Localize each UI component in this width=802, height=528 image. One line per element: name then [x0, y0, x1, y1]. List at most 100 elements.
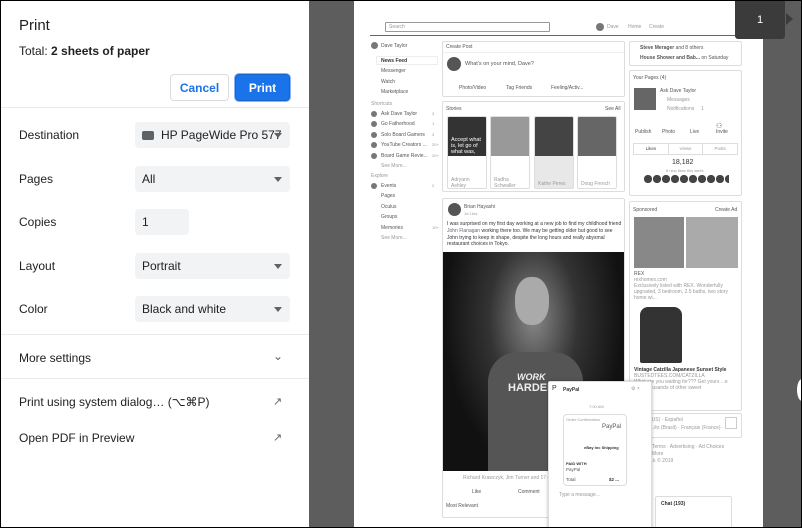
- print-button[interactable]: Print: [235, 74, 290, 101]
- order-bubble: Order Confirmation PayPal eBay Inc Shipp…: [563, 414, 627, 486]
- stories-heading: Stories: [446, 106, 462, 112]
- nav-item: Oculus: [381, 203, 397, 210]
- nav-item: Solo Board Gamers: [381, 131, 425, 138]
- avatar: [371, 111, 377, 117]
- total-label: Total: [566, 477, 576, 482]
- footer-links: · Terms · Advertising · Ad Choices: [649, 444, 725, 450]
- nav-item: Messenger: [381, 68, 406, 74]
- nav-item: Marketplace: [381, 89, 409, 95]
- avatar: [371, 131, 377, 138]
- chat-sidebar: Chat (193): [655, 496, 732, 527]
- dropdown-arrow-icon: [274, 133, 282, 138]
- nav-item: Go Fatherhood: [381, 121, 415, 128]
- header-divider: [370, 35, 742, 36]
- friend-link: John Flanagan: [447, 227, 481, 234]
- nav-item: Board Game Revie...: [381, 152, 428, 159]
- copyright: ...k © 2019: [649, 458, 674, 464]
- sponsored-heading: Sponsored: [633, 207, 658, 213]
- avatar: [448, 203, 461, 216]
- nav-count: 2: [432, 183, 435, 188]
- search-placeholder: Search: [389, 24, 405, 30]
- most-relevant: Most Relevant: [446, 503, 478, 509]
- header-create: Create: [649, 24, 665, 30]
- chevron-down-icon[interactable]: ⌄: [273, 349, 285, 363]
- next-page-arrow-icon[interactable]: [786, 13, 793, 25]
- story-name: Adryann Ashley: [451, 177, 470, 189]
- nav-count: 10+: [432, 224, 439, 230]
- header-home: Home: [628, 24, 642, 30]
- total-value: $2 ...: [609, 477, 620, 482]
- post-action: Tag Friends: [506, 85, 533, 91]
- event-name: Steve Merager: [640, 45, 675, 51]
- pages-select[interactable]: All: [135, 166, 290, 192]
- dialog-title: Print: [19, 17, 50, 34]
- page-name: Ask Dave Taylor: [660, 88, 697, 94]
- post-author: Brian Hayashi: [464, 204, 496, 210]
- nav-count: 3: [432, 131, 435, 137]
- likes-count: 18,182: [672, 159, 694, 166]
- system-dialog-link[interactable]: Print using system dialog… (⌥⌘P): [19, 395, 210, 409]
- page-action: Photo: [662, 129, 676, 135]
- more-settings-toggle[interactable]: More settings: [19, 351, 289, 365]
- pages-value: All: [142, 172, 156, 186]
- avatar: [371, 152, 377, 159]
- explore-heading: Explore: [371, 173, 388, 179]
- ad-image: [686, 217, 738, 268]
- post-action: Feeling/Activ...: [551, 85, 584, 91]
- your-pages-card: Your Pages (4) Ask Dave Taylor Messages …: [629, 70, 742, 196]
- avatar: [371, 42, 378, 49]
- story: Kathe Peres: [534, 116, 574, 189]
- destination-label: Destination: [19, 128, 80, 142]
- tab-posts: Posts: [702, 144, 737, 154]
- chat-name: PayPal: [563, 387, 580, 393]
- page-notifications: Notifications: [667, 106, 695, 112]
- create-ad-link: Create Ad: [715, 207, 738, 213]
- page-number-badge: 1: [735, 1, 785, 39]
- story-text: Accept what is, let go of what was,: [451, 137, 481, 155]
- open-external-icon[interactable]: ↗: [273, 395, 285, 408]
- ad-image: [634, 217, 684, 268]
- header-user: Dave: [607, 24, 619, 30]
- add-language-button: [725, 417, 737, 429]
- nav-count: 1: [432, 121, 435, 127]
- story-name: Kathe Peres: [538, 181, 566, 187]
- color-select[interactable]: Black and white: [135, 296, 290, 322]
- avatar: [371, 183, 377, 189]
- story: Doug French: [577, 116, 617, 189]
- copies-input[interactable]: 1: [135, 209, 189, 235]
- tshirt-image: [640, 307, 682, 363]
- shipping-label: eBay Inc Shipping: [584, 445, 619, 450]
- stories-card: Stories See All Accept what is, let go o…: [442, 101, 625, 192]
- search-box: Search: [385, 22, 550, 32]
- more-settings-label: More settings: [19, 351, 92, 365]
- liker-avatars: [644, 175, 729, 184]
- like-button: Like: [472, 489, 482, 495]
- open-pdf-link[interactable]: Open PDF in Preview: [19, 431, 134, 445]
- sponsored-card: Sponsored Create Ad REX rexhomes.com Exc…: [629, 201, 742, 411]
- dropdown-arrow-icon: [274, 307, 282, 312]
- page-action: Invite: [716, 129, 728, 135]
- open-external-icon[interactable]: ↗: [273, 431, 285, 444]
- avatar: [447, 57, 461, 71]
- page-messages: Messages: [667, 97, 690, 103]
- nav-item: Ask Dave Taylor: [381, 111, 418, 117]
- print-settings-panel: Print Total: 2 sheets of paper Cancel Pr…: [1, 1, 309, 527]
- layout-select[interactable]: Portrait: [135, 253, 290, 279]
- events-card: Steve Merager and 8 others House Shower …: [629, 41, 742, 66]
- chat-popup: P PayPal ⚙ × 7:00 AM Order Confirmation …: [548, 381, 652, 527]
- layout-value: Portrait: [142, 259, 181, 273]
- story: Radha Schwaller: [490, 116, 530, 189]
- cancel-button[interactable]: Cancel: [170, 74, 229, 101]
- notification-count: 1: [701, 106, 704, 112]
- create-post-heading: Create Post: [446, 44, 473, 50]
- destination-select[interactable]: HP PageWide Pro 577: [135, 122, 290, 148]
- divider: [443, 52, 624, 53]
- ad-text: Exclusively listed with REX. Wonderfully…: [634, 283, 728, 301]
- paid-with-label: PAID WITH: [566, 461, 587, 466]
- pages-label: Pages: [19, 172, 54, 186]
- message-input: Type a message...: [559, 492, 600, 498]
- language-list: ...ês (Brasil) · Français (France) ·: [650, 425, 724, 431]
- scroll-handle[interactable]: [797, 379, 801, 401]
- nav-item: Memories: [381, 224, 403, 231]
- avatar: [371, 121, 377, 128]
